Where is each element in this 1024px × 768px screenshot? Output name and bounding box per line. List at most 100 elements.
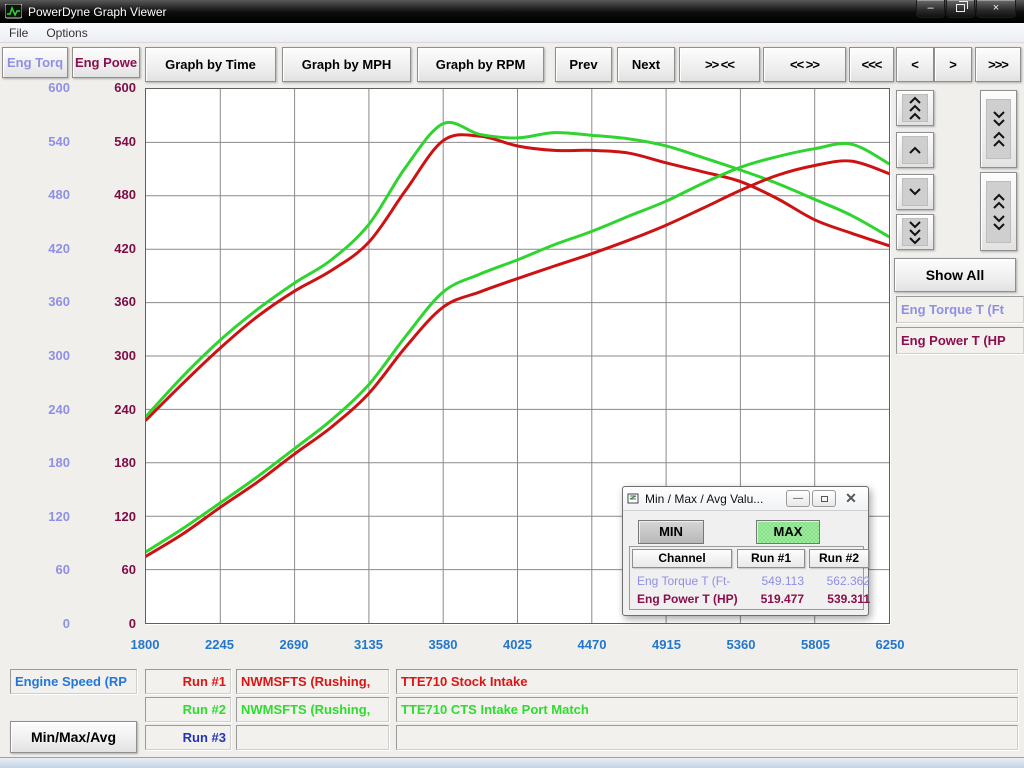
restore-icon <box>956 4 965 12</box>
restore-button[interactable] <box>946 0 975 18</box>
column-header-run2[interactable]: Run #2 <box>809 549 869 568</box>
graph-by-time-button[interactable]: Graph by Time <box>145 47 276 82</box>
power-y-tick: 600 <box>76 80 136 95</box>
power-run1-max: 519.477 <box>732 592 804 606</box>
scale-up-button[interactable] <box>896 132 934 168</box>
window-bottom-border <box>0 757 1024 768</box>
close-button[interactable]: × <box>976 0 1016 18</box>
scale-down-button[interactable] <box>896 174 934 210</box>
menu-options[interactable]: Options <box>37 24 96 42</box>
torque-y-tick: 420 <box>10 241 70 256</box>
torque-y-tick: 300 <box>10 348 70 363</box>
torque-y-tick: 480 <box>10 187 70 202</box>
torque-y-axis: 600540480420360300240180120600 <box>10 88 70 624</box>
expand-vertical-icon <box>992 193 1006 231</box>
torque-legend-label: Eng Torque T (Ft <box>896 296 1024 323</box>
run3-label: Run #3 <box>145 725 231 750</box>
scroll-left-button[interactable]: < <box>896 47 934 82</box>
next-button[interactable]: Next <box>617 47 675 82</box>
run2-label: Run #2 <box>145 697 231 722</box>
power-legend-label: Eng Power T (HP <box>896 327 1024 354</box>
zoom-out-x-button[interactable]: << >> <box>763 47 846 82</box>
rpm-x-tick: 6250 <box>858 637 922 652</box>
menu-file[interactable]: File <box>0 24 37 42</box>
run1-label: Run #1 <box>145 669 231 694</box>
rpm-x-tick: 1800 <box>113 637 177 652</box>
run2-description[interactable]: TTE710 CTS Intake Port Match <box>396 697 1018 722</box>
torque-run1-max: 549.113 <box>732 574 804 588</box>
power-y-tick: 0 <box>76 616 136 631</box>
title-bar: PowerDyne Graph Viewer – × <box>0 0 1024 23</box>
torque-y-tick: 0 <box>10 616 70 631</box>
dialog-restore-icon <box>821 496 828 502</box>
dialog-minimize-button[interactable]: — <box>786 490 810 507</box>
torque-channel-name: Eng Torque T (Ft- <box>637 574 730 588</box>
torque-y-tick: 60 <box>10 562 70 577</box>
torque-y-tick: 540 <box>10 134 70 149</box>
scale-down-fast-button[interactable] <box>896 214 934 250</box>
rpm-x-tick: 2690 <box>262 637 326 652</box>
triple-chevron-up-icon <box>908 95 922 121</box>
compress-vertical-icon <box>992 110 1006 148</box>
show-all-button[interactable]: Show All <box>894 258 1016 292</box>
torque-run2-max: 562.362 <box>808 574 870 588</box>
minmaxavg-button[interactable]: Min/Max/Avg <box>10 721 137 753</box>
power-channel-button[interactable]: Eng Powe <box>72 47 140 78</box>
power-y-tick: 540 <box>76 134 136 149</box>
rpm-x-tick: 2245 <box>188 637 252 652</box>
run1-description[interactable]: TTE710 Stock Intake <box>396 669 1018 694</box>
rpm-x-tick: 3135 <box>337 637 401 652</box>
power-y-axis: 600540480420360300240180120600 <box>76 88 136 624</box>
power-y-tick: 420 <box>76 241 136 256</box>
table-row-power: Eng Power T (HP) 519.477 539.311 <box>632 592 863 608</box>
scroll-right-fast-button[interactable]: >>> <box>975 47 1021 82</box>
run3-file <box>236 725 389 750</box>
power-channel-name: Eng Power T (HP) <box>637 592 738 606</box>
minmax-dialog-titlebar[interactable]: Min / Max / Avg Valu... — ✕ <box>623 487 868 511</box>
column-header-run1[interactable]: Run #1 <box>737 549 805 568</box>
rpm-x-axis: 1800224526903135358040254470491553605805… <box>145 637 890 655</box>
compress-y-scale-button[interactable] <box>980 90 1017 168</box>
triple-chevron-down-icon <box>908 219 922 245</box>
minimize-button[interactable]: – <box>916 0 945 18</box>
client-area: Eng Torq Eng Powe Graph by Time Graph by… <box>0 43 1024 757</box>
min-toggle-button[interactable]: MIN <box>638 520 704 544</box>
rpm-x-tick: 5360 <box>709 637 773 652</box>
run2-file: NWMSFTS (Rushing, <box>236 697 389 722</box>
rpm-x-tick: 5805 <box>784 637 848 652</box>
dialog-restore-button[interactable] <box>812 490 836 507</box>
prev-button[interactable]: Prev <box>555 47 612 82</box>
menu-bar: File Options <box>0 23 1024 43</box>
torque-y-tick: 120 <box>10 509 70 524</box>
column-header-channel[interactable]: Channel <box>632 549 732 568</box>
power-y-tick: 240 <box>76 402 136 417</box>
dialog-close-button[interactable]: ✕ <box>838 490 864 507</box>
graph-by-rpm-button[interactable]: Graph by RPM <box>417 47 544 82</box>
rpm-x-tick: 4915 <box>635 637 699 652</box>
chevron-down-icon <box>908 186 922 198</box>
scroll-right-button[interactable]: > <box>934 47 972 82</box>
x-channel-label: Engine Speed (RP <box>10 669 137 694</box>
minmax-dialog-title: Min / Max / Avg Valu... <box>645 492 784 506</box>
rpm-x-tick: 4025 <box>486 637 550 652</box>
power-y-tick: 180 <box>76 455 136 470</box>
scale-up-fast-button[interactable] <box>896 90 934 126</box>
scroll-left-fast-button[interactable]: <<< <box>849 47 894 82</box>
graph-by-mph-button[interactable]: Graph by MPH <box>282 47 411 82</box>
app-icon <box>5 4 22 19</box>
torque-channel-button[interactable]: Eng Torq <box>2 47 68 78</box>
power-y-tick: 300 <box>76 348 136 363</box>
run3-description[interactable] <box>396 725 1018 750</box>
power-y-tick: 60 <box>76 562 136 577</box>
power-y-tick: 480 <box>76 187 136 202</box>
power-run2-max: 539.311 <box>808 592 870 606</box>
expand-y-scale-button[interactable] <box>980 172 1017 251</box>
torque-y-tick: 360 <box>10 294 70 309</box>
max-toggle-button[interactable]: MAX <box>756 520 820 544</box>
minmax-dialog[interactable]: Min / Max / Avg Valu... — ✕ MIN MAX Chan… <box>622 486 869 616</box>
torque-y-tick: 180 <box>10 455 70 470</box>
zoom-in-x-button[interactable]: >> << <box>679 47 760 82</box>
power-y-tick: 120 <box>76 509 136 524</box>
torque-y-tick: 240 <box>10 402 70 417</box>
power-y-tick: 360 <box>76 294 136 309</box>
